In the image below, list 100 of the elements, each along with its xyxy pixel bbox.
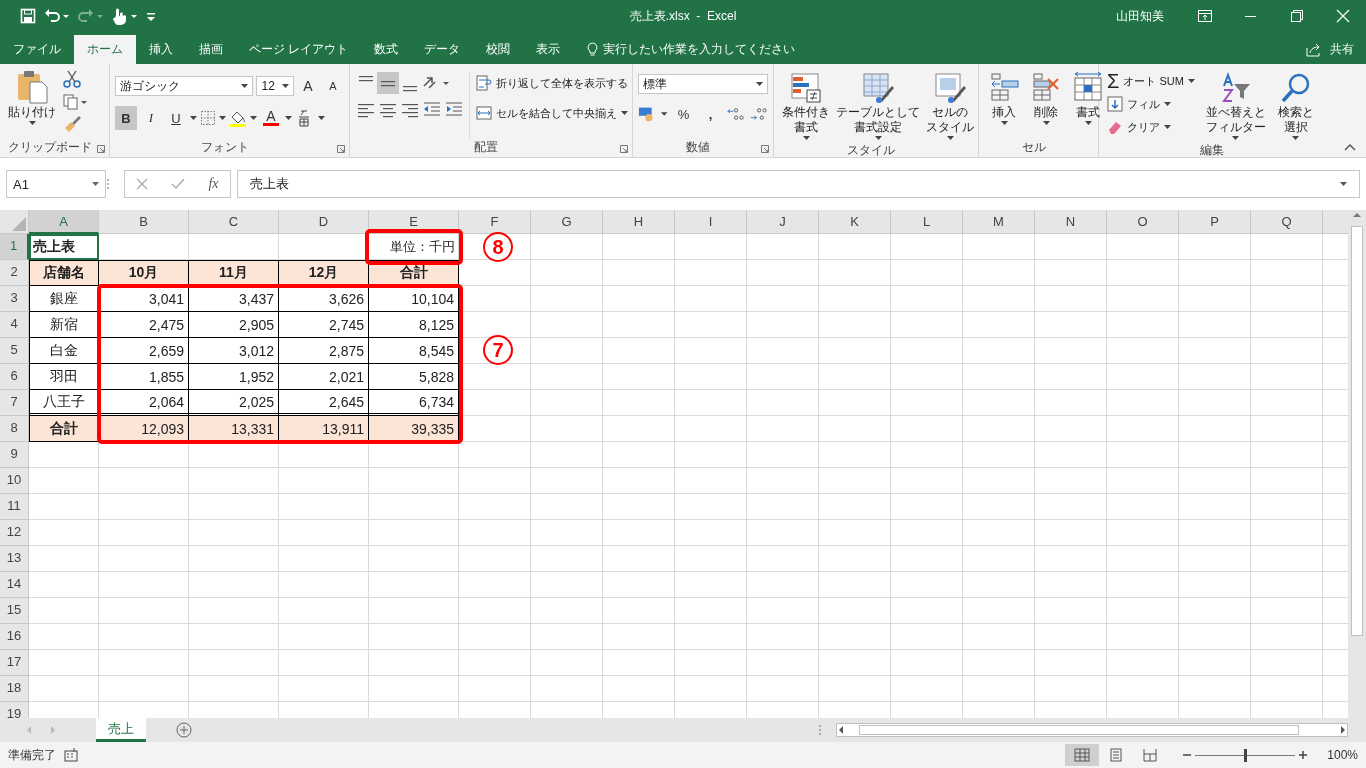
undo-icon[interactable] [44, 8, 70, 24]
row-header[interactable]: 18 [0, 676, 29, 702]
cell-command-button[interactable]: 書式 [1069, 70, 1107, 139]
ribbon-tab[interactable]: ページ レイアウト [236, 35, 362, 64]
merge-cells-icon[interactable] [476, 105, 492, 121]
column-header[interactable]: M [963, 210, 1035, 234]
row-header[interactable]: 11 [0, 494, 29, 520]
eraser-icon[interactable] [1107, 120, 1123, 134]
column-header[interactable]: B [99, 210, 189, 234]
scissors-icon[interactable] [63, 70, 81, 88]
ribbon-tab[interactable]: ホーム [74, 35, 136, 64]
column-header[interactable]: I [675, 210, 747, 234]
row-header[interactable]: 15 [0, 598, 29, 624]
row-header[interactable]: 12 [0, 520, 29, 546]
row-header[interactable]: 2 [0, 260, 29, 286]
row-header[interactable]: 3 [0, 286, 29, 312]
dialog-launcher-icon[interactable] [620, 145, 628, 153]
column-header[interactable]: F [459, 210, 531, 234]
name-box[interactable]: A1 [6, 170, 106, 198]
row-header[interactable]: 17 [0, 650, 29, 676]
scroll-right-icon[interactable] [1339, 726, 1347, 734]
font-name-dropdown[interactable]: 游ゴシック [115, 76, 254, 96]
ribbon-tab[interactable]: 表示 [523, 35, 574, 64]
row-header[interactable]: 16 [0, 624, 29, 650]
font-color-button[interactable]: A [260, 106, 282, 130]
align-middle-icon[interactable] [377, 72, 399, 94]
ribbon-tab[interactable]: 挿入 [136, 35, 186, 64]
formula-field[interactable]: 売上表 [237, 170, 1360, 198]
dialog-launcher-icon[interactable] [97, 145, 105, 153]
fill-color-icon[interactable] [229, 109, 247, 127]
save-icon[interactable] [20, 8, 36, 24]
column-header[interactable]: O [1107, 210, 1179, 234]
tell-me-field[interactable]: 実行したい作業を入力してください [603, 41, 796, 58]
share-icon[interactable] [1306, 42, 1322, 57]
font-style-button[interactable]: U [165, 106, 187, 130]
increase-decimal-icon[interactable] [726, 105, 745, 123]
zoom-thumb[interactable] [1243, 748, 1247, 762]
hand-icon[interactable] [112, 7, 138, 25]
column-header[interactable]: A [29, 210, 99, 234]
scroll-thumb[interactable] [1351, 226, 1363, 636]
ribbon-tab[interactable]: 校閲 [473, 35, 524, 64]
merge-center-button[interactable]: セルを結合して中央揃え [474, 102, 630, 124]
wrap-text-button[interactable]: 折り返して全体を表示する [474, 72, 630, 94]
column-header[interactable]: G [531, 210, 603, 234]
edit-command-button[interactable]: 並べ替えと フィルター [1202, 70, 1269, 142]
cell-command-button[interactable]: 削除 [1027, 70, 1065, 139]
row-header[interactable]: 19 [0, 702, 29, 718]
paste-button[interactable]: 貼り付け [5, 68, 59, 139]
row-header[interactable]: 1 [0, 234, 29, 260]
macro-record-icon[interactable] [64, 748, 78, 762]
insert-function-button[interactable]: fx [208, 176, 219, 192]
share-button[interactable]: 共有 [1330, 41, 1354, 58]
column-header[interactable]: D [279, 210, 369, 234]
cancel-icon[interactable] [136, 178, 149, 190]
restore-icon[interactable] [1291, 10, 1303, 22]
font-style-button[interactable]: B [115, 106, 137, 130]
dialog-launcher-icon[interactable] [761, 145, 769, 153]
ribbon-tab[interactable]: 描画 [186, 35, 236, 64]
confirm-icon[interactable] [171, 178, 186, 190]
column-header[interactable]: J [747, 210, 819, 234]
row-header[interactable]: 9 [0, 442, 29, 468]
drag-handle-icon[interactable] [106, 178, 110, 190]
column-header[interactable]: H [603, 210, 675, 234]
row-header[interactable]: 5 [0, 338, 29, 364]
add-sheet-icon[interactable] [176, 722, 192, 738]
row-header[interactable]: 10 [0, 468, 29, 494]
redo-icon[interactable] [78, 8, 104, 24]
ribbon-tab[interactable]: データ [411, 35, 474, 64]
brush-icon[interactable] [63, 116, 81, 134]
style-button[interactable]: 条件付き 書式 [779, 70, 833, 142]
sheet-tab[interactable]: 売上 [96, 718, 146, 742]
customize-icon[interactable] [146, 10, 156, 22]
row-header[interactable]: 4 [0, 312, 29, 338]
column-header[interactable]: N [1035, 210, 1107, 234]
decrease-decimal-icon[interactable] [749, 105, 768, 123]
scroll-left-icon[interactable] [837, 726, 845, 734]
row-header[interactable]: 14 [0, 572, 29, 598]
percent-button[interactable]: % [672, 102, 695, 126]
fill-down-icon[interactable] [1107, 96, 1123, 112]
collapse-ribbon-icon[interactable] [1344, 143, 1356, 151]
style-button[interactable]: テーブルとして 書式設定 [833, 70, 923, 142]
zoom-in-icon[interactable] [1299, 751, 1308, 759]
cell-command-button[interactable]: 挿入 [985, 70, 1023, 139]
clear-button[interactable]: クリア [1105, 116, 1197, 138]
ribbon-tab[interactable]: ファイル [0, 35, 74, 64]
zoom-out-icon[interactable] [1183, 751, 1192, 759]
font-size-dropdown[interactable]: 12 [256, 76, 294, 96]
column-header[interactable]: Q [1251, 210, 1323, 234]
zoom-level[interactable]: 100% [1327, 748, 1358, 762]
column-header[interactable]: K [819, 210, 891, 234]
lightbulb-icon[interactable] [587, 42, 599, 57]
font-style-button[interactable]: I [140, 106, 162, 130]
scroll-thumb[interactable] [859, 725, 1299, 735]
column-header[interactable]: L [891, 210, 963, 234]
column-header[interactable]: C [189, 210, 279, 234]
row-header[interactable]: 7 [0, 390, 29, 416]
number-format-dropdown[interactable]: 標準 [638, 74, 768, 94]
borders-icon[interactable] [200, 110, 216, 126]
grow-font-button[interactable]: A [297, 74, 319, 98]
edit-command-button[interactable]: 検索と 選択 [1274, 70, 1317, 142]
